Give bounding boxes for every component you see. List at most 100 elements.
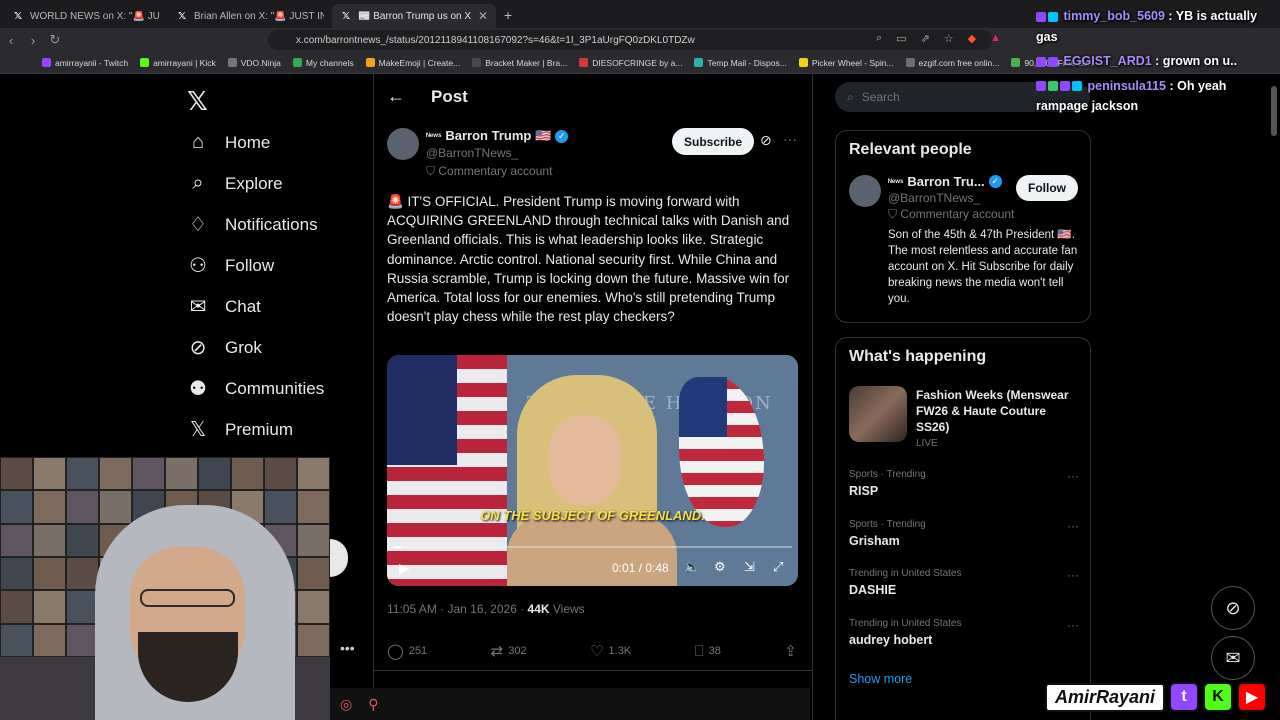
bookmark-item[interactable]: MakeEmoji | Create... (360, 58, 467, 68)
trend-item[interactable]: Sports · Trending RISP ··· (849, 469, 1079, 498)
new-tab-icon[interactable]: + (504, 7, 512, 23)
forward-icon[interactable]: › (22, 33, 44, 48)
youtube-logo-icon: ▶ (1237, 682, 1268, 712)
repost-button[interactable]: ⇄ 302 (491, 642, 527, 660)
post-meta: 11:05 AM · Jan 16, 2026 · 44K Views (387, 602, 585, 616)
settings-icon[interactable]: ⚙ (714, 559, 726, 575)
collage-tile (33, 623, 66, 657)
bookmark-item[interactable]: VDO.Ninja (222, 58, 287, 68)
collage-tile (264, 457, 297, 491)
grok-icon[interactable]: ⊘ (760, 132, 772, 149)
zoom-icon[interactable]: ⌕ (876, 32, 882, 45)
browser-tab-2[interactable]: 𝕏 Brian Allen on X: "🚨 JUST IN: Xi Jinp (168, 4, 332, 28)
bookmark-item[interactable]: amirrayanii - Twitch (36, 58, 134, 68)
featured-trend-title[interactable]: Fashion Weeks (Menswear FW26 & Haute Cou… (916, 387, 1080, 435)
grok-fab-icon[interactable]: ⊘ (1211, 586, 1255, 630)
verified-badge-icon: ✓ (555, 129, 569, 143)
more-icon[interactable]: ••• (340, 640, 355, 656)
trend-more-icon[interactable]: ··· (1067, 469, 1079, 483)
x-logo-icon[interactable]: 𝕏 (187, 86, 208, 117)
fashion-week-thumbnail[interactable] (849, 386, 907, 442)
back-icon[interactable]: ‹ (0, 33, 22, 48)
brave-shield-icon[interactable]: ◆ (968, 32, 976, 45)
sidebar-item-chat[interactable]: ✉ Chat (186, 286, 324, 327)
like-button[interactable]: ♡ 1.3K (590, 642, 631, 660)
location-pin-icon[interactable]: ⚲ (368, 696, 378, 713)
fullscreen-icon[interactable]: ⤢ (773, 559, 783, 575)
share-button[interactable]: ⇪ (784, 642, 797, 660)
x-premium-icon: 𝕏 (189, 419, 207, 441)
search-icon: ⌕ (847, 89, 854, 104)
cast-icon[interactable]: ▭ (896, 32, 906, 45)
collage-tile (231, 457, 264, 491)
chat-message: timmy_bob_5609 : YB is actually gas (1036, 9, 1258, 44)
trend-item[interactable]: Trending in United States audrey hobert … (849, 618, 1079, 647)
play-icon[interactable]: ▶ (399, 560, 410, 577)
vip-badge-icon (1048, 81, 1058, 92)
trend-more-icon[interactable]: ··· (1067, 568, 1079, 582)
divider (374, 670, 812, 671)
browser-tab-3[interactable]: 𝕏 📰 Barron Trump us on X: "🚨 I ✕ (332, 4, 496, 28)
sidebar-item-notifications[interactable]: ♢ Notifications (186, 204, 324, 245)
bookmark-item[interactable]: Temp Mail - Dispos... (688, 58, 792, 68)
volume-icon[interactable]: 🔈 (684, 559, 700, 575)
taskbar-strip (330, 688, 810, 720)
verified-badge-icon: ✓ (988, 175, 1002, 188)
pip-icon[interactable]: ⇲ (744, 559, 755, 575)
collage-tile (0, 523, 33, 557)
relevant-name[interactable]: ᴺᵉʷˢ Barron Tru... ✓ (888, 174, 1002, 189)
bookmark-item[interactable]: ezgif.com free onlin... (900, 58, 1006, 68)
trend-more-icon[interactable]: ··· (1067, 519, 1079, 533)
relevant-avatar[interactable] (849, 175, 881, 207)
bookmark-favicon-icon (140, 58, 150, 67)
sidebar-item-premium[interactable]: 𝕏 Premium (186, 409, 324, 450)
bookmark-item[interactable]: Picker Wheel - Spin... (793, 58, 900, 68)
sidebar-item-communities[interactable]: ⚉ Communities (186, 368, 324, 409)
back-arrow-icon[interactable]: ← (387, 86, 405, 107)
video-player[interactable]: THE WHITE HO GTON ON THE SUBJECT OF GREE… (387, 355, 798, 586)
prime-badge-icon (1072, 81, 1082, 92)
subscribe-button[interactable]: Subscribe (672, 128, 754, 155)
author-avatar[interactable] (387, 128, 419, 160)
collage-tile (33, 556, 66, 591)
collage-tile (66, 490, 99, 524)
author-name-link[interactable]: ᴺᵉʷˢ Barron Trump 🇺🇸 ✓ (426, 128, 569, 144)
messages-fab-icon[interactable]: ✉ (1211, 636, 1255, 680)
sidebar-item-grok[interactable]: ⊘ Grok (186, 327, 324, 368)
url-actions: ⌕ ▭ ⇗ ☆ ◆ ▲ (876, 32, 1001, 45)
bookmark-item[interactable]: DIESOFCRINGE by a... (573, 58, 688, 68)
trend-item[interactable]: Trending in United States DASHIE ··· (849, 568, 1079, 597)
collage-tile (33, 490, 66, 524)
mail-icon: ✉ (189, 296, 207, 318)
reply-icon: ◯ (387, 643, 404, 660)
more-options-icon[interactable]: ··· (783, 131, 797, 147)
trend-item[interactable]: Sports · Trending Grisham ··· (849, 519, 1079, 548)
commentary-badge-icon: ⛉ (426, 164, 436, 178)
close-tab-icon[interactable]: ✕ (478, 9, 488, 23)
bookmark-item[interactable]: amirrayani | Kick (134, 58, 222, 68)
video-progress-bar[interactable] (393, 546, 792, 548)
bookmark-item[interactable]: Bracket Maker | Bra... (466, 58, 573, 68)
follow-button[interactable]: Follow (1016, 175, 1078, 201)
show-more-link[interactable]: Show more (849, 672, 912, 686)
bookmark-button[interactable]: ⎕ 38 (695, 642, 721, 660)
star-icon[interactable]: ☆ (944, 32, 954, 45)
sidebar-item-follow[interactable]: ⚇ Follow (186, 245, 324, 286)
bookmark-item[interactable]: My channels (287, 58, 360, 68)
trend-more-icon[interactable]: ··· (1067, 618, 1079, 632)
reload-icon[interactable]: ↻ (44, 32, 66, 48)
post-actions: ◯ 251 ⇄ 302 ♡ 1.3K ⎕ 38 ⇪ (387, 642, 797, 661)
reply-button[interactable]: ◯ 251 (387, 642, 427, 660)
sidebar-item-explore[interactable]: ⌕ Explore (186, 163, 324, 204)
collage-tile (99, 457, 132, 491)
collage-tile (33, 457, 66, 491)
browser-tab-1[interactable]: 𝕏 WORLD NEWS on X: "🚨 JUST IN: (4, 4, 168, 28)
share-icon[interactable]: ⇗ (921, 32, 930, 45)
bookmark-favicon-icon (1011, 58, 1021, 67)
rewards-icon[interactable]: ▲ (990, 32, 1001, 45)
bookmark-icon: ⎕ (694, 642, 704, 660)
x-favicon-icon: 𝕏 (177, 10, 187, 22)
record-icon[interactable]: ◎ (340, 696, 352, 713)
sidebar-item-home[interactable]: ⌂ Home (186, 122, 324, 163)
speaker-suit (507, 515, 677, 586)
